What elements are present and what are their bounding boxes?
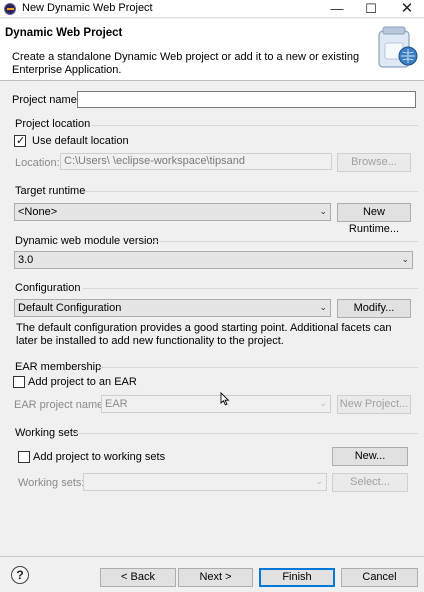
target-runtime-group-label: Target runtime <box>15 185 86 197</box>
project-name-label: Project name: <box>12 94 80 106</box>
ear-project-name-select[interactable]: EAR ⌄ <box>101 395 331 413</box>
target-runtime-select[interactable]: <None> ⌄ <box>14 203 331 221</box>
add-to-ear-checkbox[interactable] <box>13 376 25 388</box>
project-name-input[interactable] <box>77 91 416 108</box>
target-runtime-value: <None> <box>18 206 58 218</box>
browse-button[interactable]: Browse... <box>337 153 411 172</box>
group-divider <box>98 367 418 368</box>
eclipse-app-icon <box>4 3 16 15</box>
location-label: Location: <box>15 157 60 169</box>
back-button[interactable]: < Back <box>100 568 176 587</box>
help-icon[interactable]: ? <box>11 566 29 584</box>
group-divider <box>85 191 418 192</box>
working-sets-select[interactable]: ⌄ <box>83 473 327 491</box>
ear-project-name-label: EAR project name: <box>14 399 107 411</box>
finish-button[interactable]: Finish <box>259 568 335 587</box>
project-location-group-label: Project location <box>15 118 91 130</box>
use-default-location-checkbox[interactable] <box>14 134 26 147</box>
chevron-down-icon: ⌄ <box>319 207 327 217</box>
configuration-select[interactable]: Default Configuration ⌄ <box>14 299 331 317</box>
working-sets-label: Working sets: <box>18 477 85 489</box>
minimize-icon[interactable]: — <box>320 0 354 18</box>
next-button[interactable]: Next > <box>178 568 253 587</box>
maximize-icon[interactable]: ☐ <box>354 0 388 18</box>
footer-separator <box>0 556 424 557</box>
module-version-group-label: Dynamic web module version <box>15 235 159 247</box>
window-title: New Dynamic Web Project <box>22 2 153 14</box>
add-to-working-sets-checkbox[interactable] <box>18 451 30 463</box>
use-default-location-label: Use default location <box>32 135 129 147</box>
header-title: Dynamic Web Project <box>5 27 123 39</box>
module-version-value: 3.0 <box>18 254 34 266</box>
new-ear-project-button[interactable]: New Project... <box>337 395 411 414</box>
configuration-description: The default configuration provides a goo… <box>16 322 392 347</box>
group-divider <box>92 125 418 126</box>
configuration-value: Default Configuration <box>18 302 122 314</box>
ear-membership-group-label: EAR membership <box>15 361 102 373</box>
wizard-banner-jar-icon <box>378 26 418 68</box>
location-input[interactable]: C:\Users\ \eclipse-workspace\tipsand <box>60 153 332 170</box>
chevron-down-icon: ⌄ <box>319 399 327 409</box>
group-divider <box>152 241 418 242</box>
configuration-group-label: Configuration <box>15 282 81 294</box>
group-divider <box>83 288 418 289</box>
select-working-sets-button[interactable]: Select... <box>332 473 408 492</box>
add-to-ear-label: Add project to an EAR <box>28 376 137 388</box>
add-to-working-sets-label: Add project to working sets <box>33 451 166 463</box>
new-runtime-button[interactable]: New Runtime... <box>337 203 411 235</box>
chevron-down-icon: ⌄ <box>319 303 327 313</box>
cancel-button[interactable]: Cancel <box>341 568 418 587</box>
new-working-set-button[interactable]: New... <box>332 447 408 466</box>
header-description: Create a standalone Dynamic Web project … <box>12 51 360 76</box>
working-sets-group-label: Working sets <box>15 427 79 439</box>
chevron-down-icon: ⌄ <box>401 255 409 265</box>
window-title-bar[interactable]: New Dynamic Web Project — ☐ ✕ <box>0 0 424 18</box>
mouse-cursor-icon <box>220 392 230 406</box>
group-divider <box>75 433 418 434</box>
module-version-select[interactable]: 3.0 ⌄ <box>14 251 413 269</box>
ear-project-name-value: EAR <box>105 398 128 410</box>
wizard-header: Dynamic Web Project Create a standalone … <box>0 19 424 81</box>
close-icon[interactable]: ✕ <box>390 0 424 18</box>
modify-button[interactable]: Modify... <box>337 299 411 318</box>
chevron-down-icon: ⌄ <box>315 477 323 487</box>
